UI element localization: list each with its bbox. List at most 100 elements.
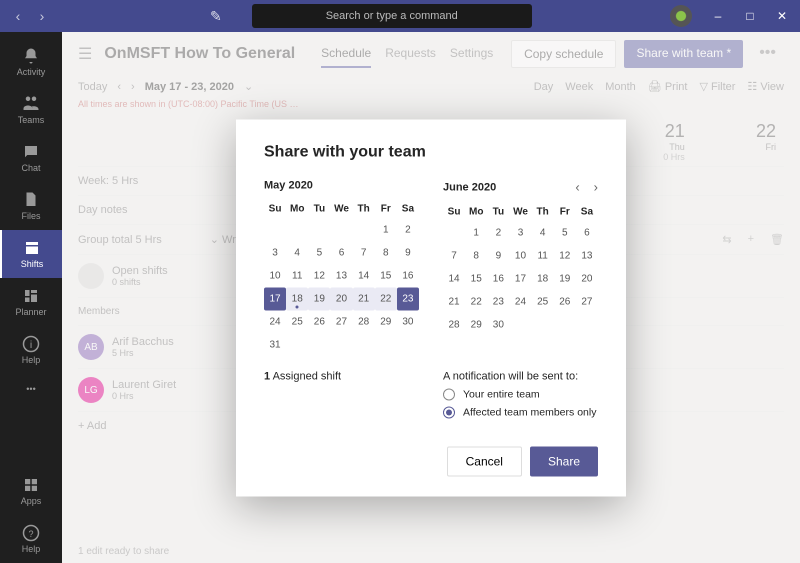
rail-shifts[interactable]: Shifts <box>0 230 62 278</box>
calendar-day[interactable]: 19 <box>554 268 576 291</box>
calendar-day[interactable]: 27 <box>330 311 352 334</box>
calendar-day[interactable]: 22 <box>375 288 397 311</box>
view-button[interactable]: ☷ View <box>747 80 784 93</box>
next-week-icon[interactable]: › <box>131 81 135 93</box>
calendar-day[interactable]: 16 <box>487 268 509 291</box>
rail-chat[interactable]: Chat <box>0 134 62 182</box>
search-input[interactable]: Search or type a command <box>252 4 532 28</box>
cancel-button[interactable]: Cancel <box>447 447 522 477</box>
print-button[interactable]: 🖨 Print <box>648 80 688 93</box>
calendar-day[interactable]: 24 <box>264 311 286 334</box>
calendar-day[interactable]: 7 <box>443 245 465 268</box>
rail-apps[interactable]: Apps <box>0 467 62 515</box>
calendar-day[interactable]: 8 <box>375 242 397 265</box>
filter-button[interactable]: ▽ Filter <box>699 80 735 93</box>
swap-icon[interactable]: ⇆ <box>722 233 731 246</box>
calendar-day[interactable] <box>443 222 465 245</box>
tab-requests[interactable]: Requests <box>385 40 436 68</box>
calendar-day[interactable] <box>576 314 598 337</box>
calendar-day[interactable]: 20 <box>576 268 598 291</box>
calendar-day[interactable]: 11 <box>532 245 554 268</box>
calendar-day[interactable]: 21 <box>443 291 465 314</box>
rail-planner[interactable]: Planner <box>0 278 62 326</box>
calendar-day[interactable] <box>353 219 375 242</box>
calendar-day[interactable]: 19 <box>308 288 330 311</box>
calendar-day[interactable]: 16 <box>397 265 419 288</box>
calendar-day[interactable]: 3 <box>509 222 531 245</box>
cal-prev-icon[interactable]: ‹ <box>575 180 579 195</box>
calendar-day[interactable]: 27 <box>576 291 598 314</box>
calendar-day[interactable]: 22 <box>465 291 487 314</box>
hamburger-icon[interactable]: ☰ <box>78 44 92 64</box>
calendar-day[interactable] <box>397 334 419 357</box>
rail-files[interactable]: Files <box>0 182 62 230</box>
calendar-day[interactable] <box>286 219 308 242</box>
calendar-day[interactable]: 4 <box>532 222 554 245</box>
calendar-day[interactable]: 6 <box>330 242 352 265</box>
view-month[interactable]: Month <box>605 81 636 93</box>
prev-week-icon[interactable]: ‹ <box>117 81 121 93</box>
back-button[interactable]: ‹ <box>8 6 28 26</box>
calendar-day[interactable]: 18 <box>532 268 554 291</box>
calendar-day[interactable]: 26 <box>554 291 576 314</box>
calendar-day[interactable]: 29 <box>375 311 397 334</box>
calendar-day[interactable]: 18 <box>286 288 308 311</box>
forward-button[interactable]: › <box>32 6 52 26</box>
calendar-day[interactable]: 14 <box>353 265 375 288</box>
tab-settings[interactable]: Settings <box>450 40 493 68</box>
calendar-day[interactable]: 12 <box>554 245 576 268</box>
calendar-day[interactable]: 2 <box>487 222 509 245</box>
calendar-day[interactable]: 23 <box>487 291 509 314</box>
cal-next-icon[interactable]: › <box>594 180 598 195</box>
calendar-day[interactable] <box>532 314 554 337</box>
calendar-day[interactable]: 17 <box>509 268 531 291</box>
calendar-day[interactable]: 12 <box>308 265 330 288</box>
notify-affected-only[interactable]: Affected team members only <box>443 407 598 419</box>
calendar-day[interactable] <box>353 334 375 357</box>
delete-icon[interactable]: 🗑 <box>770 233 784 246</box>
rail-help2[interactable]: ?Help <box>0 515 62 563</box>
calendar-day[interactable]: 11 <box>286 265 308 288</box>
calendar-day[interactable]: 21 <box>353 288 375 311</box>
calendar-day[interactable]: 28 <box>353 311 375 334</box>
view-week[interactable]: Week <box>565 81 593 93</box>
calendar-day[interactable]: 7 <box>353 242 375 265</box>
calendar-day[interactable]: 13 <box>330 265 352 288</box>
calendar-day[interactable]: 23 <box>397 288 419 311</box>
copy-schedule-button[interactable]: Copy schedule <box>511 40 616 68</box>
share-with-team-button[interactable]: Share with team * <box>624 40 743 68</box>
calendar-day[interactable]: 8 <box>465 245 487 268</box>
calendar-day[interactable] <box>308 334 330 357</box>
calendar-day[interactable] <box>330 219 352 242</box>
calendar-day[interactable]: 14 <box>443 268 465 291</box>
calendar-day[interactable]: 5 <box>308 242 330 265</box>
compose-icon[interactable]: ✎ <box>210 8 222 25</box>
share-button[interactable]: Share <box>530 447 598 477</box>
date-range[interactable]: May 17 - 23, 2020 <box>145 81 234 93</box>
calendar-day[interactable] <box>264 219 286 242</box>
calendar-day[interactable]: 24 <box>509 291 531 314</box>
calendar-day[interactable]: 17 <box>264 288 286 311</box>
calendar-day[interactable]: 25 <box>286 311 308 334</box>
calendar-day[interactable]: 1 <box>375 219 397 242</box>
rail-more[interactable]: ••• <box>0 374 62 404</box>
calendar-day[interactable]: 20 <box>330 288 352 311</box>
calendar-day[interactable]: 15 <box>465 268 487 291</box>
calendar-day[interactable]: 10 <box>509 245 531 268</box>
calendar-day[interactable]: 5 <box>554 222 576 245</box>
close-button[interactable]: ✕ <box>768 2 796 30</box>
calendar-day[interactable] <box>308 219 330 242</box>
minimize-button[interactable]: ‒ <box>704 2 732 30</box>
calendar-day[interactable]: 3 <box>264 242 286 265</box>
calendar-day[interactable]: 30 <box>397 311 419 334</box>
calendar-day[interactable]: 28 <box>443 314 465 337</box>
calendar-day[interactable]: 31 <box>264 334 286 357</box>
today-button[interactable]: Today <box>78 81 107 93</box>
calendar-day[interactable] <box>286 334 308 357</box>
calendar-day[interactable]: 30 <box>487 314 509 337</box>
calendar-day[interactable]: 1 <box>465 222 487 245</box>
rail-teams[interactable]: Teams <box>0 86 62 134</box>
calendar-day[interactable] <box>509 314 531 337</box>
rail-help[interactable]: iHelp <box>0 326 62 374</box>
calendar-day[interactable] <box>554 314 576 337</box>
